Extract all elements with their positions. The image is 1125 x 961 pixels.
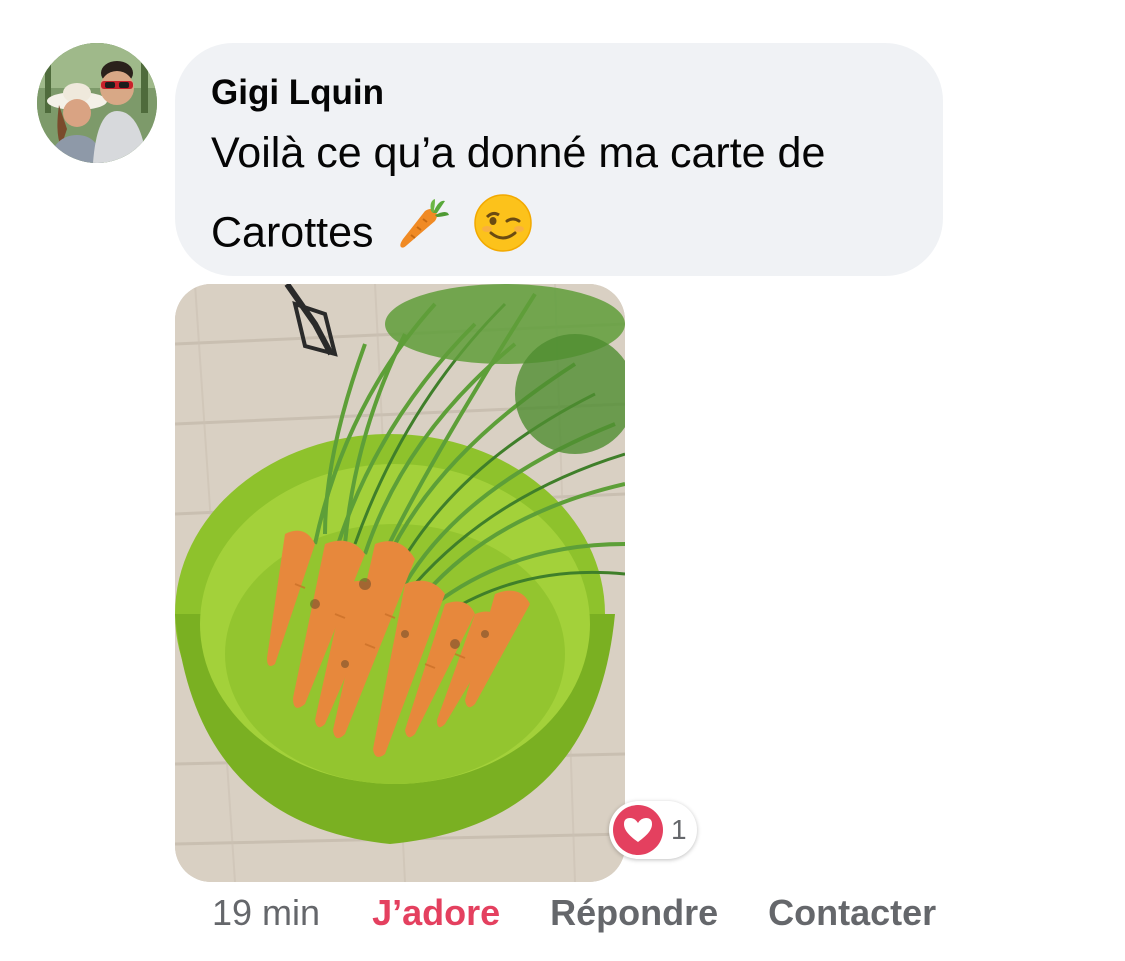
comment-text-line-1: Voilà ce qu’a donné ma carte de (211, 129, 826, 177)
contact-button[interactable]: Contacter (768, 891, 936, 935)
comment-actions: 19 min J’adore Répondre Contacter (212, 891, 986, 935)
comment-text-carottes: Carottes (211, 208, 374, 257)
reply-button[interactable]: Répondre (550, 891, 718, 935)
heart-icon (613, 805, 663, 855)
comment-bubble: Gigi Lquin Voilà ce qu’a donné ma carte … (175, 43, 943, 276)
comment-thread: Gigi Lquin Voilà ce qu’a donné ma carte … (0, 0, 1125, 961)
reaction-count: 1 (671, 814, 687, 845)
comment-text-line-2: Carottes (211, 193, 907, 277)
carrot-emoji-icon (395, 195, 451, 275)
avatar-photo (37, 43, 157, 163)
comment-timestamp[interactable]: 19 min (212, 891, 320, 935)
carrots-in-bowl-image (175, 284, 625, 882)
comment-photo[interactable] (175, 284, 625, 882)
reaction-badge[interactable]: 1 (609, 801, 697, 859)
like-button[interactable]: J’adore (372, 891, 500, 935)
winking-face-emoji-icon (473, 193, 533, 277)
avatar[interactable] (37, 43, 157, 163)
comment-author[interactable]: Gigi Lquin (211, 73, 907, 113)
